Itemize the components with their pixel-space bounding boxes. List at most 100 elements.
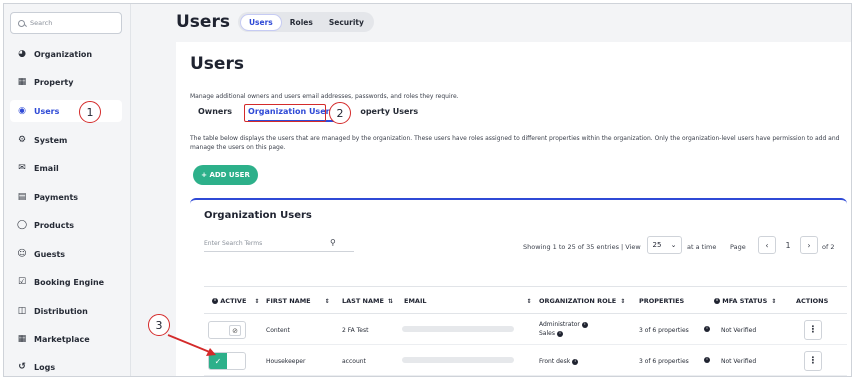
sort-icon: ⇕ [324,297,330,305]
sidebar-item-marketplace[interactable]: ▦ Marketplace [10,328,122,350]
more-vertical-icon: ⋮ [808,325,818,335]
prev-page-button[interactable]: ‹ [758,236,776,254]
column-label: ACTIONS [796,297,829,305]
user-icon: ◉ [18,106,26,116]
sort-icon: ⇕ [254,297,260,305]
cell-first-name: Housekeeper [266,358,306,365]
table-row: ⊘ Content 2 FA Test Administrator i Sales… [204,315,847,345]
tab-property-users[interactable]: operty Users [360,107,418,122]
sidebar-item-distribution[interactable]: ◫ Distribution [10,300,122,322]
sidebar-item-email[interactable]: ✉ Email [10,157,122,179]
table-description: The table below displays the users that … [190,135,840,151]
cell-properties: 3 of 6 properties [639,358,689,365]
pill-roles[interactable]: Roles [282,15,321,30]
col-active[interactable]: i ACTIVE ⇕ [210,297,259,305]
column-label: LAST NAME [342,297,384,305]
pill-users[interactable]: Users [239,13,282,31]
header-title: Users [176,12,230,32]
sidebar-item-booking-engine[interactable]: ☑ Booking Engine [10,271,122,293]
annotation-arrow [167,334,216,356]
info-icon[interactable]: i [702,356,710,363]
sidebar-item-system[interactable]: ⚙ System [10,129,122,151]
card-icon: ▤ [17,192,27,202]
sort-icon: ⇕ [771,297,777,305]
info-icon[interactable]: i [581,321,588,328]
cell-last-name: account [342,358,366,365]
search-icon[interactable]: ⚲ [330,238,336,247]
history-icon: ↺ [18,362,26,372]
sidebar-search-input[interactable]: Search [10,12,122,34]
sidebar-item-label: Organization [34,49,93,59]
page-title: Users [190,54,244,74]
col-last-name[interactable]: LAST NAME ⇅ [342,297,393,305]
info-icon[interactable]: i [556,330,563,337]
header-pill-group: Users Roles Security [237,12,374,32]
role-label: Administrator [539,321,580,328]
sidebar-item-label: Products [34,220,75,230]
apps-icon: ▦ [17,334,27,344]
main-content: Users Manage additional owners and users… [176,42,851,376]
sidebar-item-payments[interactable]: ▤ Payments [10,186,122,208]
sidebar-search-placeholder: Search [30,19,53,27]
column-label: MFA STATUS [722,297,768,305]
col-organization-role[interactable]: ORGANIZATION ROLE ⇕ [539,297,625,305]
column-label: PROPERTIES [639,297,685,305]
table-row: ✓ Housekeeper account Front desk i 3 of 6… [204,346,847,376]
sidebar-item-label: System [34,135,68,145]
sidebar-item-label: Booking Engine [34,277,105,287]
mail-icon: ✉ [18,163,26,173]
cell-properties: 3 of 6 properties [639,327,689,334]
sidebar-item-label: Email [34,163,59,173]
sidebar-item-label: Guests [34,249,66,259]
role-label: Front desk [539,358,571,365]
add-user-button[interactable]: + ADD USER [193,165,258,185]
sidebar-item-products[interactable]: ◯ Products [10,214,122,236]
sidebar-item-property[interactable]: ▦ Property [10,71,122,93]
sidebar-item-label: Users [34,106,60,116]
cell-mfa-status: Not Verified [721,327,757,334]
info-icon: i [212,298,218,304]
sidebar-item-guests[interactable]: ☺ Guests [10,243,122,265]
sort-icon: ⇕ [526,297,532,305]
table-header: i ACTIVE ⇕ FIRST NAME ⇕ LAST NAME ⇅ EMAIL ⇕ … [204,286,847,314]
per-page-value: 25 [652,241,662,249]
sidebar-item-label: Logs [34,362,56,372]
search-icon [18,19,25,27]
col-properties[interactable]: PROPERTIES⇕ [639,297,719,305]
entries-summary: Showing 1 to 25 of 35 entries | View [523,243,641,251]
col-actions: ACTIONS [796,297,828,305]
cell-organization-role: Front desk i [539,358,579,365]
row-actions-button[interactable]: ⋮ [804,351,822,371]
annotation-callout-1: 1 [79,101,101,123]
sidebar: Search ◕ Organization ▦ Property ◉ Users… [4,4,131,376]
annotation-highlight-box [244,104,326,122]
page-total: of 2 [822,243,835,251]
sidebar-item-logs[interactable]: ↺ Logs [10,356,122,376]
app-window: Search ◕ Organization ▦ Property ◉ Users… [3,3,852,377]
column-label: FIRST NAME [266,297,311,305]
col-email[interactable]: EMAIL ⇕ [404,297,532,305]
cell-email-redacted [402,326,514,332]
col-first-name[interactable]: FIRST NAME ⇕ [266,297,330,305]
cell-mfa-status: Not Verified [721,358,757,365]
per-page-select[interactable]: 25 ⌄ [647,236,682,254]
sidebar-item-users[interactable]: ◉ Users [10,100,122,122]
col-mfa-status[interactable]: i MFA STATUS ⇕ [712,297,776,305]
column-label: ACTIVE [220,297,247,305]
chevron-right-icon: › [807,240,811,250]
info-icon: i [714,298,720,304]
tab-owners[interactable]: Owners [198,107,232,122]
page-number-input[interactable]: 1 [779,236,797,254]
info-icon[interactable]: i [572,358,579,365]
row-actions-button[interactable]: ⋮ [804,320,822,340]
globe-icon: ◕ [18,49,26,59]
next-page-button[interactable]: › [800,236,818,254]
sidebar-item-label: Distribution [34,306,88,316]
pill-security[interactable]: Security [321,15,372,30]
info-icon[interactable]: i [702,325,710,332]
chevron-left-icon: ‹ [765,240,769,250]
cell-email-redacted [402,357,514,363]
sidebar-item-organization[interactable]: ◕ Organization [10,43,122,65]
person-icon: ☺ [17,249,27,259]
column-label: EMAIL [404,297,427,305]
